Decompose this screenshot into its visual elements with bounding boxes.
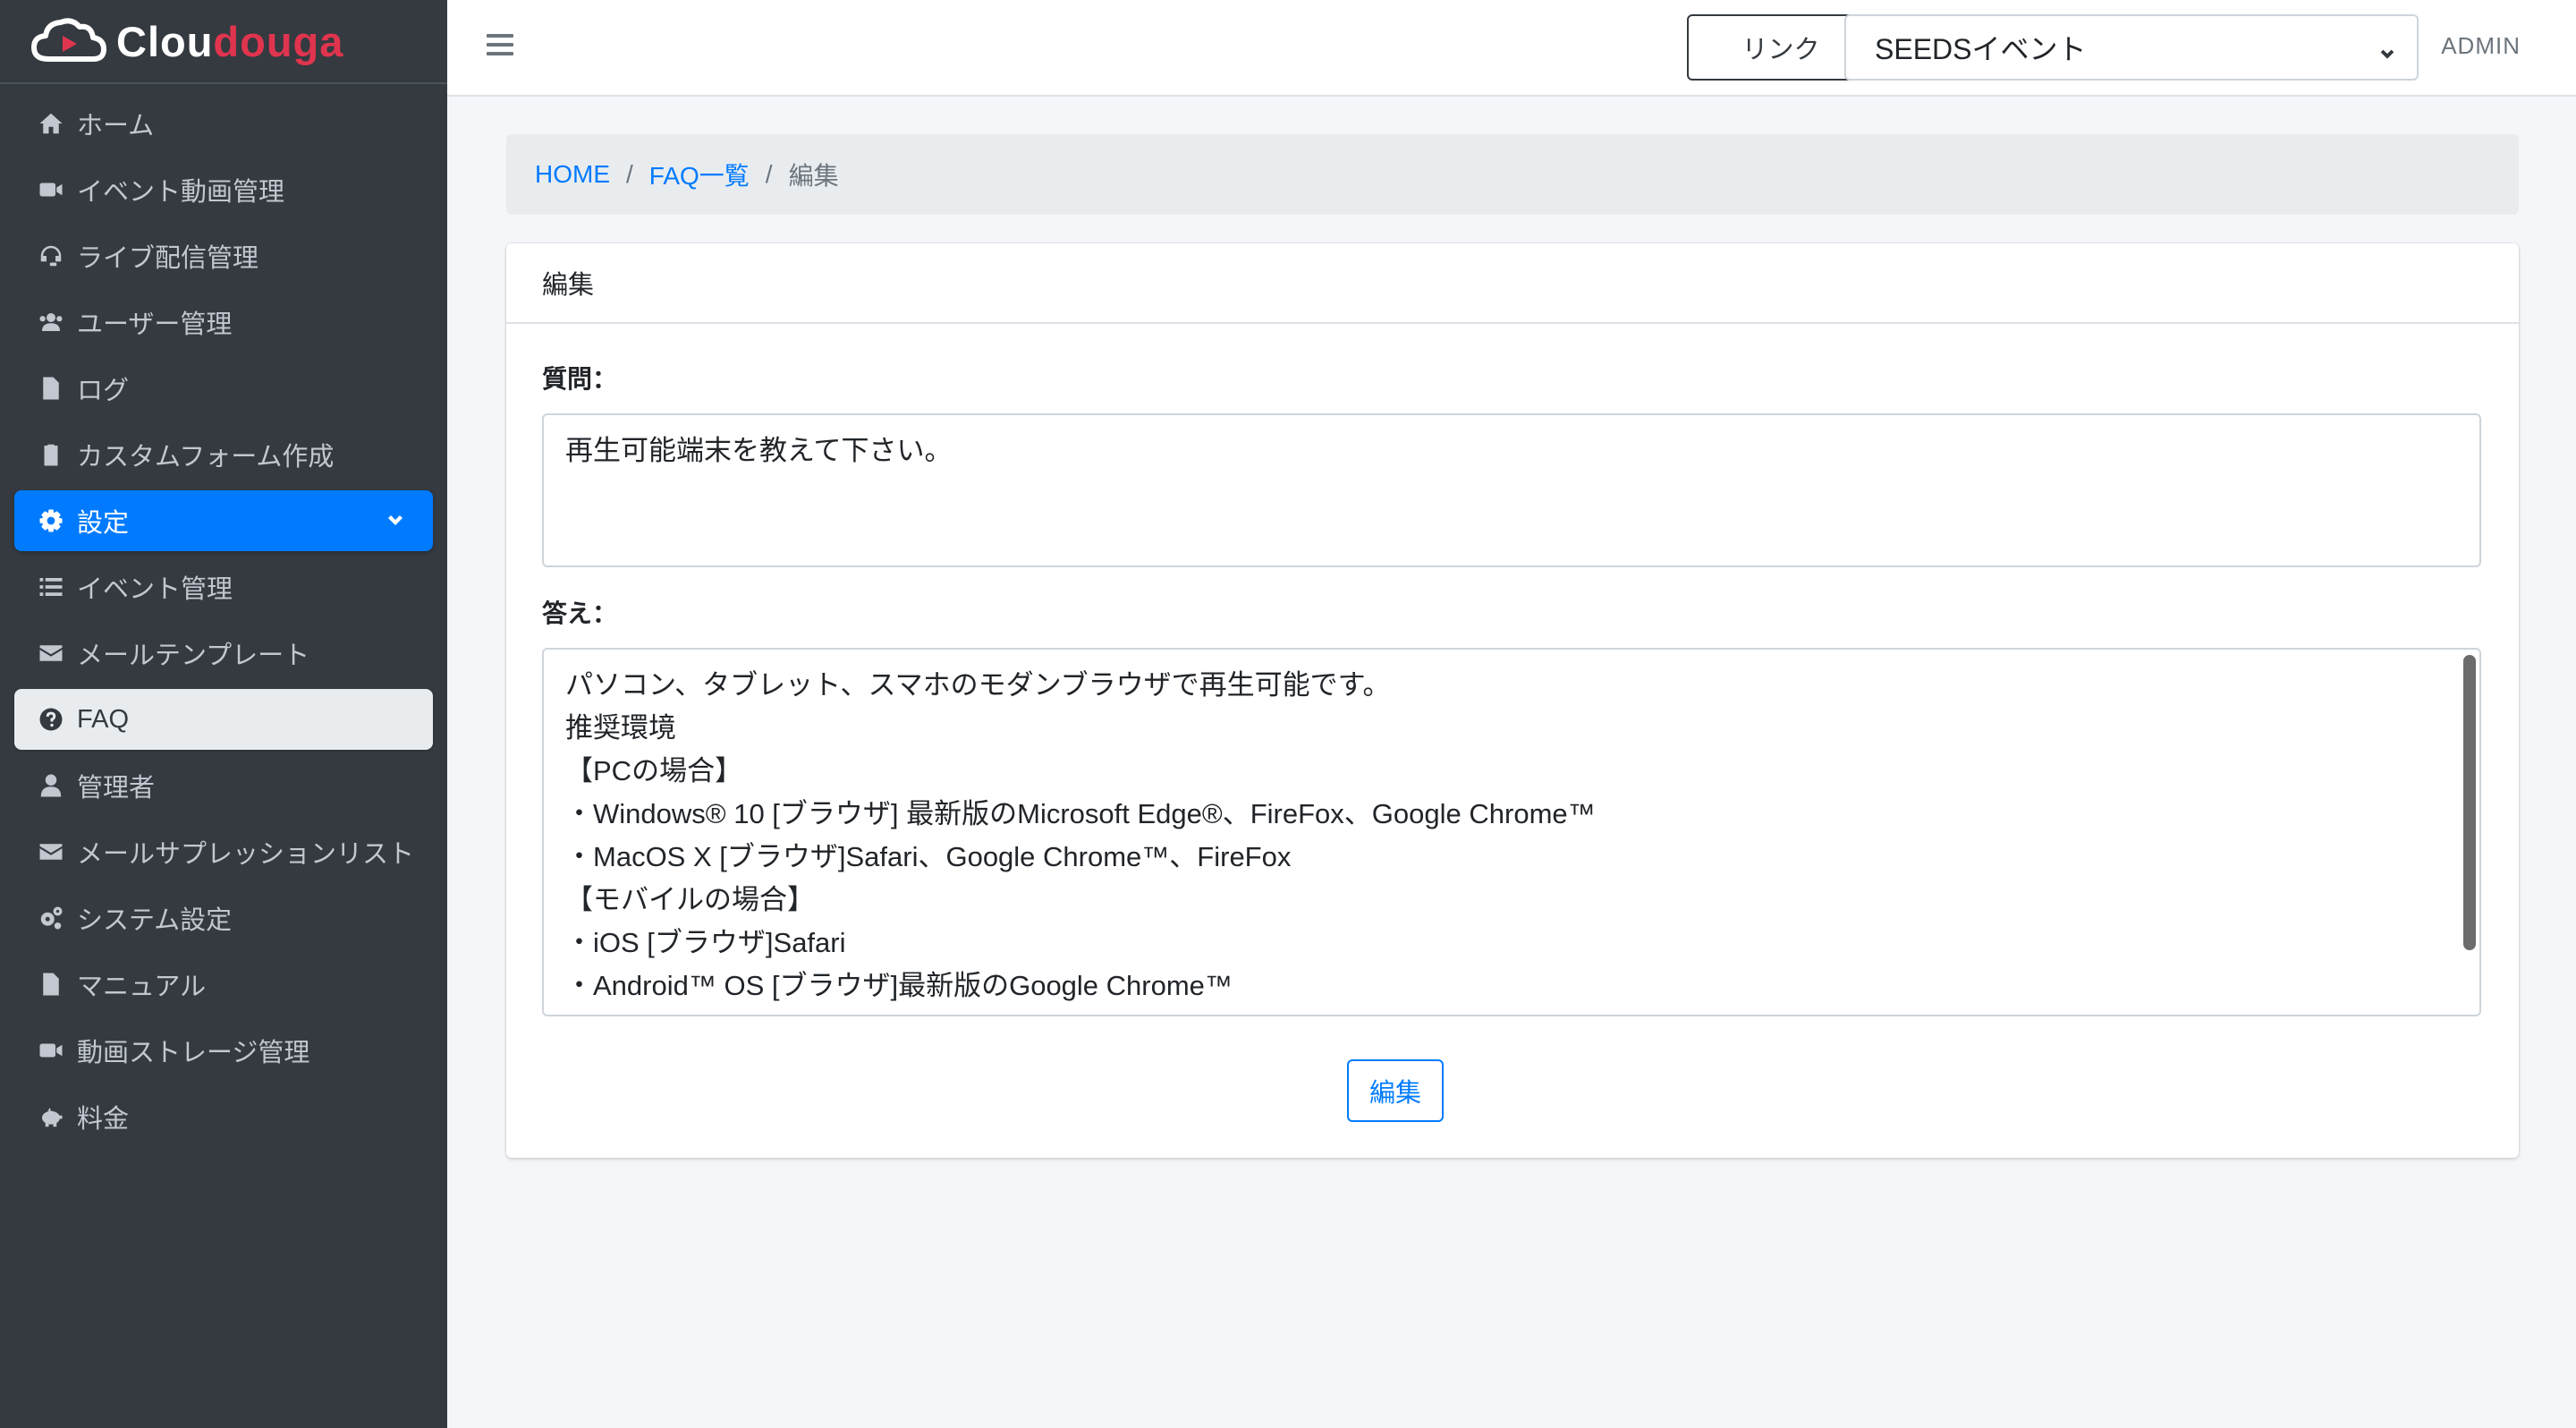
envelope-icon xyxy=(38,640,70,667)
event-select[interactable]: SEEDSイベント xyxy=(1844,14,2419,81)
breadcrumb-faq-list[interactable]: FAQ一覧 xyxy=(649,157,750,192)
answer-line: パソコン、タブレット、スマホのモダンブラウザで再生可能です。 xyxy=(565,669,1391,701)
sidebar-item-video-storage[interactable]: 動画ストレージ管理 xyxy=(14,1020,433,1081)
answer-line: 推奨環境 xyxy=(565,712,676,744)
sidebar-item-event-management[interactable]: イベント管理 xyxy=(14,557,433,617)
file-icon xyxy=(38,971,70,998)
breadcrumb-home[interactable]: HOME xyxy=(535,160,610,189)
breadcrumb: HOME / FAQ一覧 / 編集 xyxy=(506,134,2519,215)
event-select-value: SEEDSイベント xyxy=(1875,33,2087,65)
brand[interactable]: Cloudouga xyxy=(0,0,447,84)
sidebar-item-users[interactable]: ユーザー管理 xyxy=(14,292,433,353)
breadcrumb-separator: / xyxy=(626,160,633,188)
answer-line: ・iOS [ブラウザ]Safari xyxy=(565,927,846,958)
resize-grip-icon[interactable] xyxy=(2463,549,2478,564)
breadcrumb-current: 編集 xyxy=(788,162,839,190)
question-circle-icon xyxy=(38,706,70,733)
answer-line: ・MacOS X [ブラウザ]Safari、Google Chrome™、Fir… xyxy=(565,841,1292,872)
resize-grip-icon[interactable] xyxy=(2463,999,2478,1013)
user-icon xyxy=(38,772,70,799)
users-icon xyxy=(38,309,70,336)
list-icon xyxy=(38,574,70,600)
answer-line: 【PCの場合】 xyxy=(565,755,743,786)
sidebar-item-label: 管理者 xyxy=(77,774,156,803)
sidebar-item-label: 料金 xyxy=(77,1105,130,1134)
breadcrumb-separator: / xyxy=(765,160,773,188)
sidebar-item-label: システム設定 xyxy=(77,906,233,935)
file-icon xyxy=(38,375,70,402)
menu-toggle-icon[interactable] xyxy=(487,34,513,61)
answer-label: 答え： xyxy=(542,599,618,627)
sidebar-item-label: 設定 xyxy=(77,509,130,538)
sidebar-item-logs[interactable]: ログ xyxy=(14,358,433,419)
sidebar-item-home[interactable]: ホーム xyxy=(14,93,433,154)
top-navbar: リンク SEEDSイベント ADMIN xyxy=(447,0,2576,97)
card-title: 編集 xyxy=(506,243,2519,324)
sidebar-item-manual[interactable]: マニュアル xyxy=(14,954,433,1015)
sidebar-item-custom-form[interactable]: カスタムフォーム作成 xyxy=(14,424,433,485)
gears-icon xyxy=(38,905,70,931)
edit-submit-button[interactable]: 編集 xyxy=(1347,1059,1444,1122)
sidebar-item-label: メールサプレッションリスト xyxy=(77,840,415,869)
sidebar-item-label: イベント動画管理 xyxy=(77,178,285,207)
chevron-down-icon xyxy=(2377,39,2397,59)
sidebar-item-label: ライブ配信管理 xyxy=(77,244,259,273)
sidebar-item-label: ホーム xyxy=(77,112,155,140)
home-icon xyxy=(38,110,70,137)
answer-line: ・Windows® 10 [ブラウザ] 最新版のMicrosoft Edge®、… xyxy=(565,798,1596,829)
gear-icon xyxy=(38,507,70,534)
answer-scrollbar[interactable] xyxy=(2463,655,2476,950)
piggy-bank-icon xyxy=(38,1103,70,1130)
sidebar-item-mail-template[interactable]: メールテンプレート xyxy=(14,623,433,684)
question-value: 再生可能端末を教えて下さい。 xyxy=(565,435,953,466)
sidebar-item-label: ログ xyxy=(77,377,130,405)
sidebar-item-label: メールテンプレート xyxy=(77,642,310,670)
sidebar-item-admins[interactable]: 管理者 xyxy=(14,755,433,816)
answer-line: 【モバイルの場合】 xyxy=(565,884,815,915)
question-label: 質問： xyxy=(542,365,618,393)
sidebar-item-pricing[interactable]: 料金 xyxy=(14,1086,433,1147)
sidebar-item-label: FAQ xyxy=(77,704,130,734)
sidebar-item-label: マニュアル xyxy=(77,973,207,1001)
sidebar-nav: ホーム イベント動画管理 ライブ配信管理 ユーザー管理 ログ カスタムフォーム作… xyxy=(0,93,447,1147)
sidebar-item-live-streaming[interactable]: ライブ配信管理 xyxy=(14,225,433,286)
sidebar-item-system-settings[interactable]: システム設定 xyxy=(14,888,433,948)
clipboard-icon xyxy=(38,441,70,468)
question-textarea[interactable]: 再生可能端末を教えて下さい。 xyxy=(542,413,2481,567)
sidebar-item-label: カスタムフォーム作成 xyxy=(77,443,335,472)
answer-textarea[interactable]: パソコン、タブレット、スマホのモダンブラウザで再生可能です。 推奨環境 【PCの… xyxy=(542,648,2481,1016)
headset-icon xyxy=(38,242,70,269)
video-camera-icon xyxy=(38,1037,70,1064)
video-camera-icon xyxy=(38,176,70,203)
envelope-icon xyxy=(38,838,70,865)
sidebar-item-event-videos[interactable]: イベント動画管理 xyxy=(14,159,433,220)
brand-name: Cloudouga xyxy=(116,17,344,65)
sidebar-item-faq[interactable]: FAQ xyxy=(14,689,433,750)
chevron-down-icon xyxy=(385,510,406,531)
sidebar-item-mail-suppression[interactable]: メールサプレッションリスト xyxy=(14,821,433,882)
sidebar-item-label: イベント管理 xyxy=(77,575,233,604)
sidebar-item-label: 動画ストレージ管理 xyxy=(77,1039,310,1067)
faq-edit-card: 編集 質問： 再生可能端末を教えて下さい。 答え： パソコン、タブレット、スマホ… xyxy=(506,243,2519,1158)
sidebar: Cloudouga ホーム イベント動画管理 ライブ配信管理 ユーザー管理 ログ… xyxy=(0,0,447,1428)
cloud-play-logo-icon xyxy=(31,18,106,62)
user-menu[interactable]: ADMIN xyxy=(2441,32,2521,60)
sidebar-item-settings[interactable]: 設定 xyxy=(14,490,433,551)
answer-line: ・Android™ OS [ブラウザ]最新版のGoogle Chrome™ xyxy=(565,970,1233,1001)
sidebar-item-label: ユーザー管理 xyxy=(77,310,233,339)
